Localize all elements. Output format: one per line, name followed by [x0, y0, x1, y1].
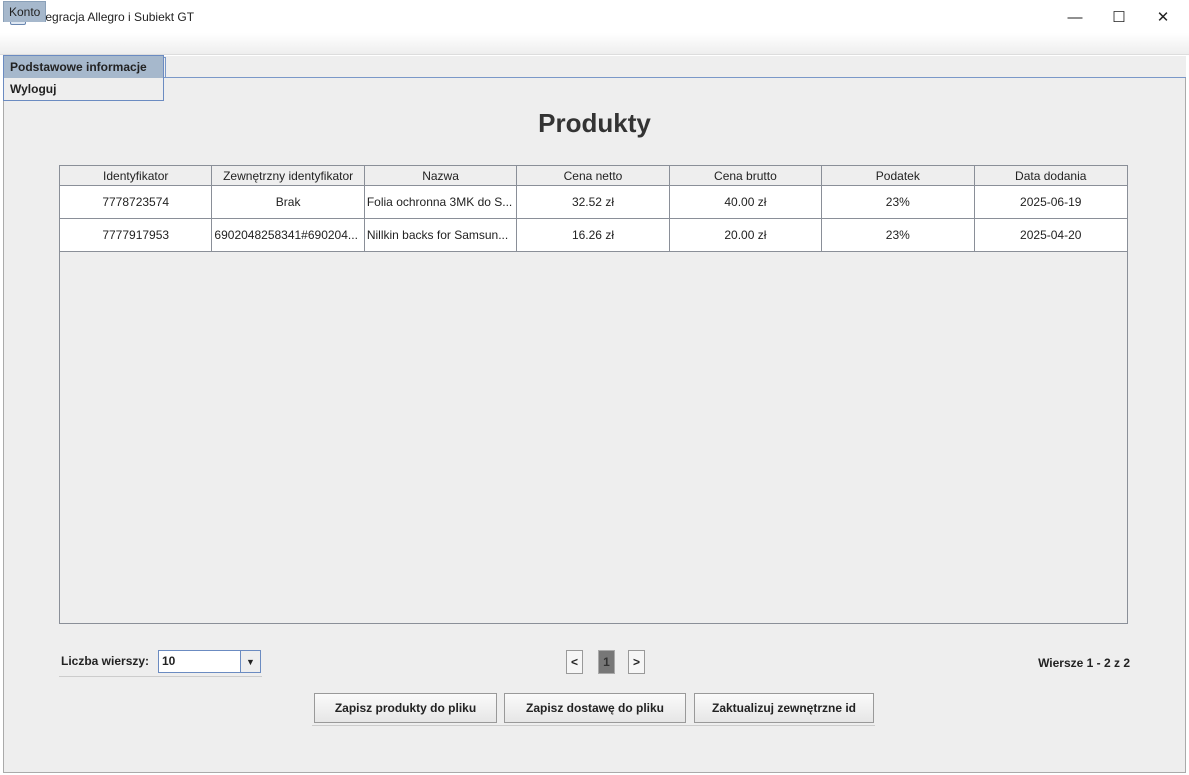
konto-dropdown-menu: Podstawowe informacje Wyloguj	[3, 55, 164, 101]
column-header[interactable]: Zewnętrzny identyfikator	[212, 166, 365, 185]
page-button-1[interactable]: 1	[598, 650, 615, 674]
column-header[interactable]: Cena brutto	[670, 166, 823, 185]
cell-date: 2025-04-20	[1020, 228, 1082, 242]
cell-gross-price: 40.00 zł	[670, 186, 823, 218]
cell-id: 7778723574	[60, 186, 213, 218]
column-header[interactable]: Cena netto	[517, 166, 670, 185]
table-row[interactable]: 7777917953 6902048258341#690204... Nillk…	[60, 219, 1127, 252]
table-header: Identyfikator Zewnętrzny identyfikator N…	[60, 166, 1127, 186]
cell-net-price: 32.52 zł	[517, 186, 670, 218]
cell-external-id: Brak	[212, 186, 365, 218]
next-page-button[interactable]: >	[628, 650, 645, 674]
column-header[interactable]: Podatek	[822, 166, 975, 185]
cell-tax: 23%	[822, 186, 975, 218]
cell-id: 7777917953	[60, 219, 213, 251]
prev-page-button[interactable]: <	[566, 650, 583, 674]
column-header[interactable]: Identyfikator	[60, 166, 213, 185]
divider	[312, 725, 875, 726]
rows-per-page-label: Liczba wierszy:	[61, 654, 150, 668]
update-external-ids-button[interactable]: Zaktualizuj zewnętrzne id	[694, 693, 874, 723]
rows-per-page-select[interactable]: 10 ▼	[158, 650, 261, 673]
chevron-down-icon[interactable]: ▼	[240, 651, 260, 672]
tab-strip	[3, 56, 1186, 78]
products-table[interactable]: Identyfikator Zewnętrzny identyfikator N…	[59, 165, 1128, 624]
menu-konto[interactable]: Konto	[3, 1, 47, 22]
save-delivery-button[interactable]: Zapisz dostawę do pliku	[504, 693, 686, 723]
save-products-button[interactable]: Zapisz produkty do pliku	[314, 693, 497, 723]
cell-name: Folia ochronna 3MK do S...	[365, 186, 518, 218]
cell-external-id: 6902048258341#690204...	[212, 219, 365, 251]
cell-name: Nillkin backs for Samsun...	[365, 219, 518, 251]
page-title: Produkty	[538, 108, 651, 138]
cell-tax: 23%	[822, 219, 975, 251]
minimize-button[interactable]: —	[1052, 4, 1098, 30]
rows-info: Wiersze 1 - 2 z 2	[1038, 656, 1130, 670]
menu-bar	[0, 33, 1189, 55]
rows-per-page-value: 10	[162, 654, 176, 668]
menu-item-basic-info[interactable]: Podstawowe informacje	[4, 56, 163, 78]
column-header[interactable]: Data dodania	[975, 166, 1127, 185]
cell-date: 2025-06-19	[1020, 195, 1082, 209]
window-title: Integracja Allegro i Subiekt GT	[32, 10, 195, 24]
menu-item-logout[interactable]: Wyloguj	[4, 78, 163, 100]
cell-gross-price: 20.00 zł	[670, 219, 823, 251]
divider	[59, 676, 262, 677]
column-header[interactable]: Nazwa	[365, 166, 518, 185]
maximize-button[interactable]: ☐	[1096, 4, 1142, 30]
close-button[interactable]: ✕	[1140, 4, 1186, 30]
cell-net-price: 16.26 zł	[517, 219, 670, 251]
table-row[interactable]: 7778723574 Brak Folia ochronna 3MK do S.…	[60, 186, 1127, 219]
